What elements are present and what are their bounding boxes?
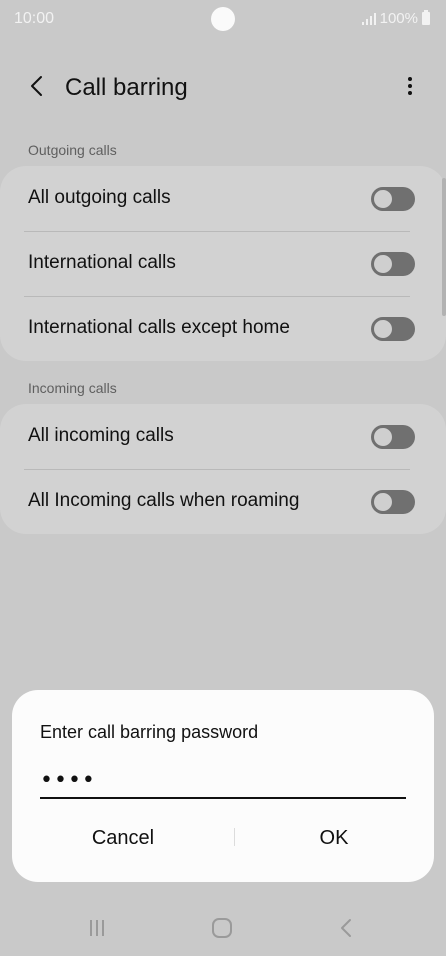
toggle-switch[interactable] (371, 187, 415, 211)
setting-row-international-except-home[interactable]: International calls except home (0, 296, 446, 360)
ok-button[interactable]: OK (234, 816, 434, 860)
navigation-bar (0, 900, 446, 956)
outgoing-calls-group: All outgoing calls International calls I… (0, 166, 446, 361)
toggle-knob (372, 253, 394, 275)
back-arrow-icon[interactable] (26, 74, 50, 98)
toggle-switch[interactable] (371, 317, 415, 341)
setting-label: All outgoing calls (28, 187, 171, 208)
toggle-knob (372, 318, 394, 340)
toggle-switch[interactable] (371, 425, 415, 449)
setting-label: International calls (28, 252, 176, 273)
page-title: Call barring (65, 74, 188, 101)
setting-row-all-outgoing[interactable]: All outgoing calls (0, 166, 446, 230)
setting-row-incoming-roaming[interactable]: All Incoming calls when roaming (0, 469, 446, 533)
signal-icon (361, 12, 376, 25)
cancel-button[interactable]: Cancel (12, 816, 234, 860)
setting-label: All Incoming calls when roaming (28, 490, 300, 511)
home-icon[interactable] (208, 916, 236, 940)
battery-percent: 100% (379, 10, 418, 27)
more-options-icon[interactable] (398, 74, 422, 98)
toggle-knob (372, 426, 394, 448)
setting-label: International calls except home (28, 317, 290, 338)
toggle-knob (372, 188, 394, 210)
recents-icon[interactable] (83, 916, 111, 940)
back-icon[interactable] (333, 916, 361, 940)
status-indicators: 100% (361, 10, 430, 27)
status-time: 10:00 (14, 10, 55, 27)
setting-row-all-incoming[interactable]: All incoming calls (0, 404, 446, 468)
toggle-switch[interactable] (371, 252, 415, 276)
app-bar: Call barring (0, 60, 446, 116)
password-dialog: Enter call barring password Cancel OK (12, 690, 434, 882)
battery-icon (422, 10, 430, 25)
toggle-switch[interactable] (371, 490, 415, 514)
status-bar: 10:00 100% (0, 0, 446, 40)
section-header-outgoing: Outgoing calls (28, 142, 117, 158)
toggle-knob (372, 491, 394, 513)
section-header-incoming: Incoming calls (28, 380, 117, 396)
setting-label: All incoming calls (28, 425, 174, 446)
dialog-title: Enter call barring password (40, 722, 259, 742)
incoming-calls-group: All incoming calls All Incoming calls wh… (0, 404, 446, 534)
camera-cutout (211, 7, 235, 31)
password-input[interactable] (40, 763, 406, 799)
setting-row-international[interactable]: International calls (0, 231, 446, 295)
scrollbar[interactable] (442, 178, 446, 316)
